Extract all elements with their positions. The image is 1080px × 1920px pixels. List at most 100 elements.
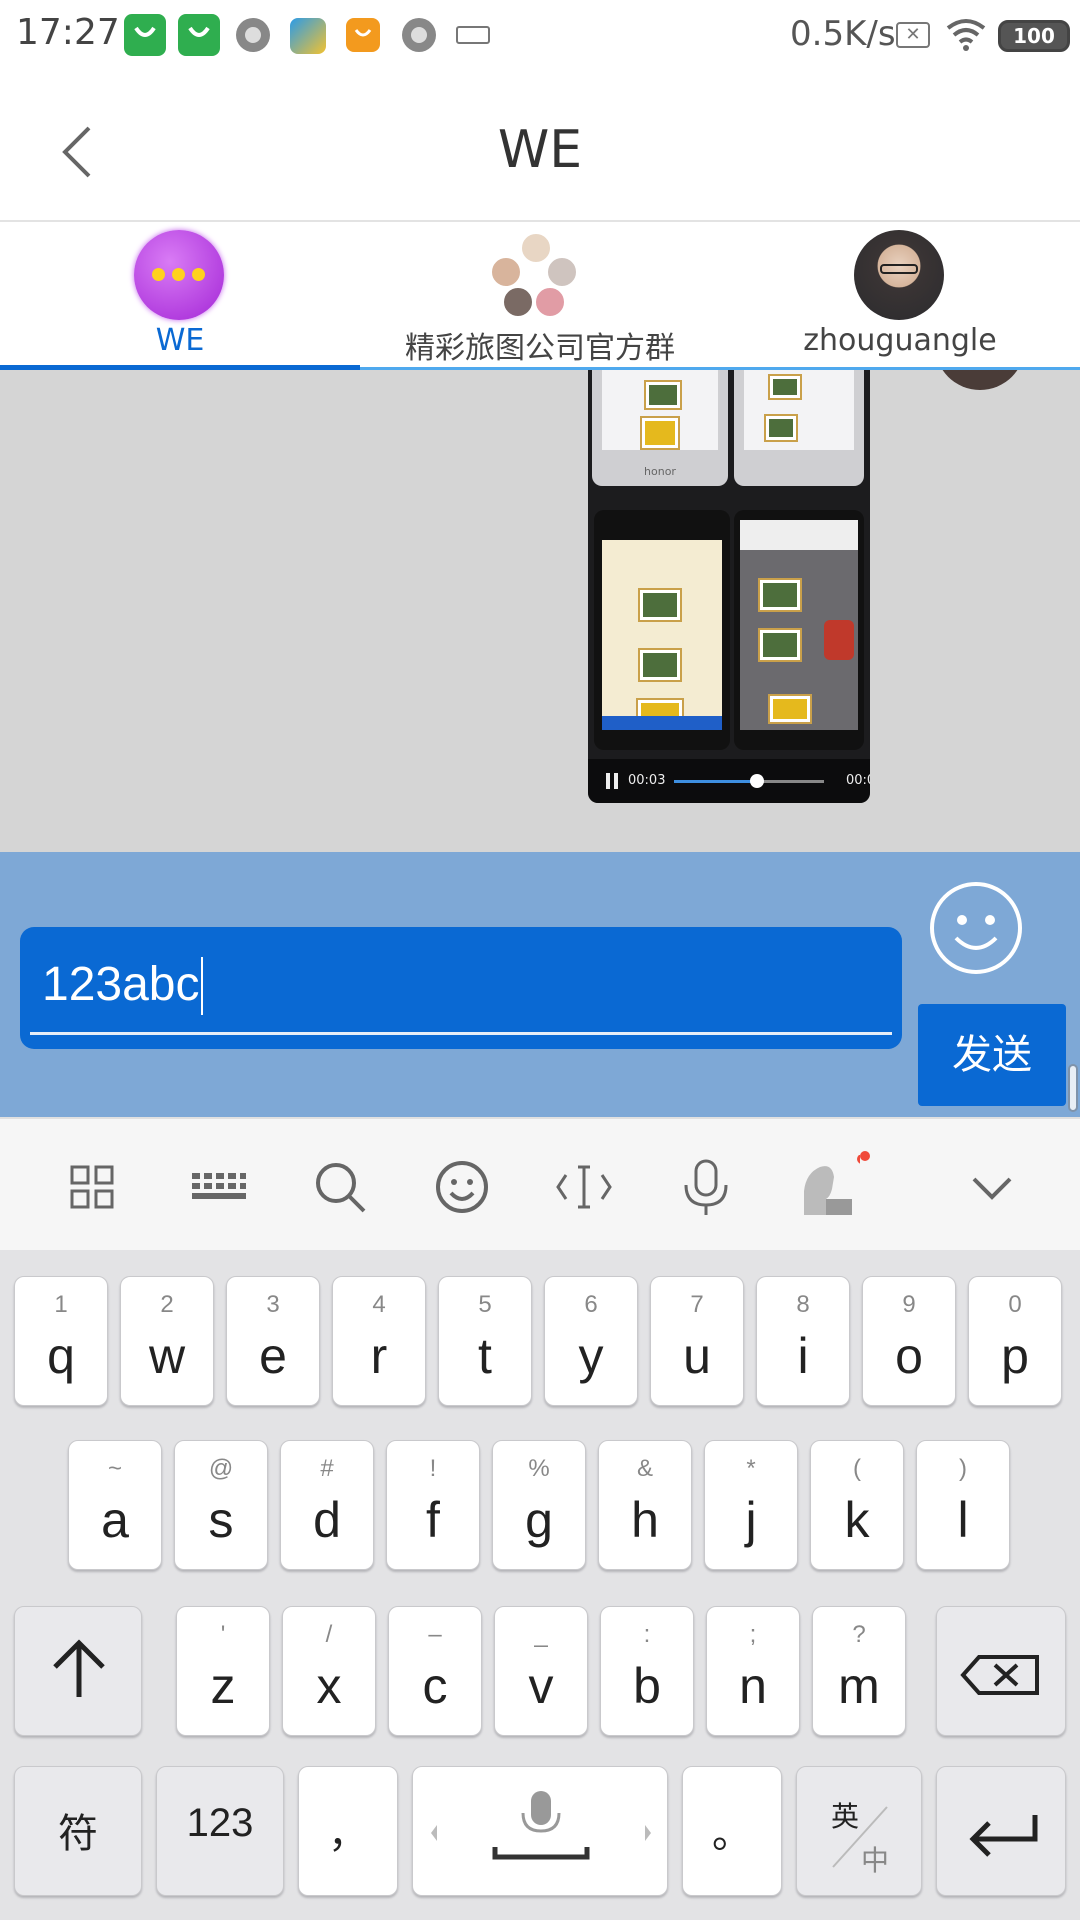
key-c[interactable]: – c [388,1606,482,1736]
sim-error-icon: ✕ [896,22,930,48]
language-switch-key[interactable]: 英 中 [796,1766,922,1896]
avatar-ad-icon[interactable] [796,1151,870,1219]
key-n[interactable]: ; n [706,1606,800,1736]
key-hint: : [643,1621,651,1648]
key-hint: / [325,1621,333,1648]
key-hint: 6 [584,1291,598,1318]
key-z[interactable]: ' z [176,1606,270,1736]
key-hint: 3 [266,1291,280,1318]
key-letter: v [528,1658,554,1714]
key-w[interactable]: 2w [120,1276,214,1406]
key-g[interactable]: % g [492,1440,586,1570]
numbers-key[interactable]: 123 [156,1766,284,1896]
key-label: 符 [58,1811,98,1857]
paper-plane-icon [290,18,326,54]
sender-avatar[interactable] [935,370,1025,390]
symbols-key[interactable]: 符 [14,1766,142,1896]
key-letter: n [739,1658,767,1714]
key-label: 。 [712,1811,752,1857]
key-hint: _ [534,1621,548,1648]
key-letter: c [422,1658,448,1714]
circle-app-icon [236,18,270,52]
emoji-icon[interactable] [430,1155,494,1219]
tab-we[interactable]: WE [0,222,360,370]
send-button[interactable]: 发送 [918,1004,1066,1106]
period-key[interactable]: 。 [682,1766,782,1896]
key-m[interactable]: ? m [812,1606,906,1736]
key-letter: b [633,1658,661,1714]
key-hint: 2 [160,1291,174,1318]
key-v[interactable]: _ v [494,1606,588,1736]
key-q[interactable]: 1q [14,1276,108,1406]
phone-image: honor [592,370,728,486]
key-hint: ) [959,1455,967,1482]
key-hint: ~ [107,1455,122,1482]
key-letter: i [797,1328,809,1384]
keyboard-icon[interactable] [186,1155,250,1219]
scrollbar-handle[interactable] [1068,1064,1078,1112]
key-e[interactable]: 3e [226,1276,320,1406]
microphone-icon[interactable] [674,1155,738,1219]
key-label: ， [328,1811,368,1857]
key-a[interactable]: ~ a [68,1440,162,1570]
emoji-button[interactable] [928,880,1024,976]
key-r[interactable]: 4r [332,1276,426,1406]
cursor-icon[interactable] [552,1155,616,1219]
key-h[interactable]: & h [598,1440,692,1570]
key-i[interactable]: 8i [756,1276,850,1406]
video-message[interactable]: honor 00:03 00: [588,370,870,803]
key-hint: – [428,1621,442,1648]
chevron-down-icon[interactable] [960,1155,1024,1219]
key-f[interactable]: ! f [386,1440,480,1570]
key-l[interactable]: ) l [916,1440,1010,1570]
key-k[interactable]: (k [810,1440,904,1570]
message-input-bar: 123abc 发送 [0,852,1080,1117]
soft-keyboard: 1q2w3e4r5t6y7u8i9o0p ~ a @ s # d! f% g & h * j(k) l … [0,1250,1080,1920]
message-input[interactable]: 123abc [20,927,902,1049]
key-letter: e [259,1328,287,1384]
backspace-key[interactable] [936,1606,1066,1736]
tab-label: WE [155,323,205,358]
pause-button[interactable] [606,773,618,789]
comma-key[interactable]: ， [298,1766,398,1896]
key-b[interactable]: :b [600,1606,694,1736]
orange-app-icon [346,18,380,52]
enter-icon [969,1815,1038,1857]
key-letter: g [525,1492,553,1548]
key-hint: ? [852,1621,866,1648]
back-button[interactable] [55,112,125,192]
key-t[interactable]: 5t [438,1276,532,1406]
key-letter: k [844,1492,870,1548]
enter-key[interactable] [936,1766,1066,1896]
smiley-icon [930,882,1022,974]
key-y[interactable]: 6y [544,1276,638,1406]
key-letter: t [478,1328,492,1384]
video-progress-bar[interactable] [674,774,824,788]
key-hint: 5 [478,1291,492,1318]
video-end-time: 00:0 [846,773,870,788]
key-hint: ( [853,1455,861,1482]
space-key[interactable] [412,1766,668,1896]
key-s[interactable]: @ s [174,1440,268,1570]
tab-group[interactable]: 精彩旅图公司官方群 [360,222,720,370]
phone-brand: honor [644,465,676,478]
key-u[interactable]: 7u [650,1276,744,1406]
key-j[interactable]: * j [704,1440,798,1570]
key-hint: 9 [902,1291,916,1318]
more-dots-avatar [134,230,224,320]
tab-zhouguangle[interactable]: zhouguangle [720,222,1080,370]
phone-image [594,510,730,750]
group-avatar [490,232,580,322]
taobao-icon [124,14,166,56]
shift-key[interactable] [14,1606,142,1736]
key-p[interactable]: 0p [968,1276,1062,1406]
taobao-icon [178,14,220,56]
key-hint: ; [749,1621,757,1648]
key-d[interactable]: # d [280,1440,374,1570]
key-hint: 0 [1008,1291,1022,1318]
search-icon[interactable] [308,1155,372,1219]
chat-area[interactable]: honor 00:03 00: [0,370,1080,852]
grid-icon[interactable] [60,1155,124,1219]
key-o[interactable]: 9o [862,1276,956,1406]
key-x[interactable]: / x [282,1606,376,1736]
